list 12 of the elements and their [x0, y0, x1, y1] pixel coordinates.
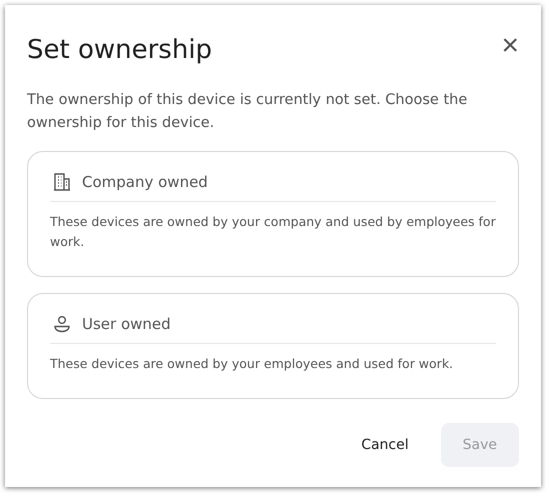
ownership-option[interactable]: Company owned These devices are owned by your company and used by employees for work.: [27, 151, 519, 277]
close-button[interactable]: ×: [501, 33, 519, 59]
dialog-description: The ownership of this device is currently not set. Choose the ownership for this device.: [27, 91, 468, 133]
person-icon: [52, 314, 72, 334]
option-title: Company owned: [82, 173, 208, 191]
cancel-button[interactable]: Cancel: [339, 423, 431, 467]
ownership-option[interactable]: User owned These devices are owned by your employees and used for work.: [27, 293, 519, 399]
option-title: User owned: [82, 315, 171, 333]
option-description: These devices are owned by your company and used by employees for work.: [50, 213, 496, 251]
dialog-title: Set ownership: [27, 34, 212, 67]
building-icon: [52, 172, 72, 192]
option-description: These devices are owned by your employees and used for work.: [50, 355, 454, 373]
